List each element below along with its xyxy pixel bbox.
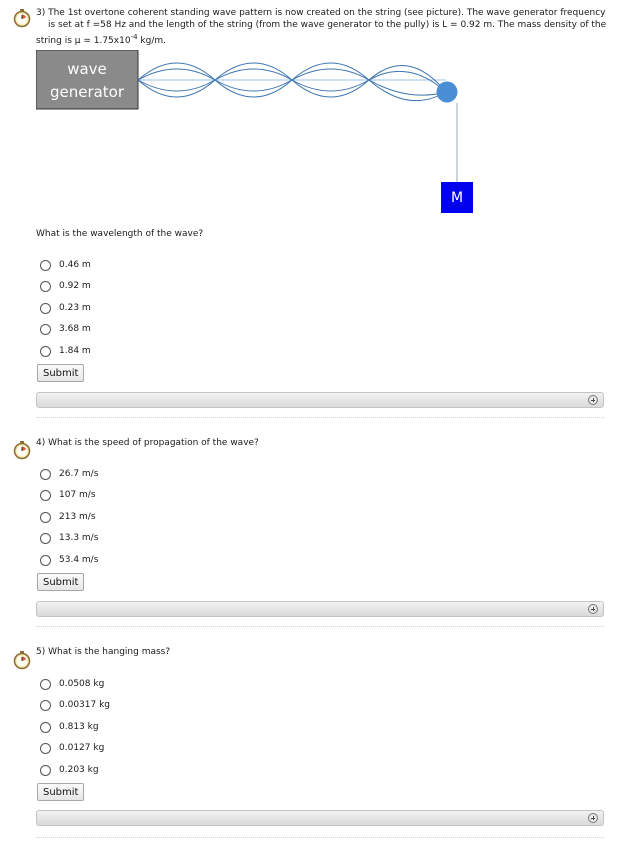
option-label: 0.0508 kg [59, 679, 105, 689]
option-label: 0.813 kg [59, 722, 99, 732]
radio-button[interactable] [40, 489, 51, 501]
question-3-line-2: is set at f =58 Hz and the length of the… [48, 20, 607, 30]
standing-wave-diagram: wave generator M [36, 50, 476, 220]
radio-button[interactable] [40, 280, 51, 292]
option-label: 3.68 m [59, 324, 91, 334]
option-label: 0.23 m [59, 303, 91, 313]
q5-option-2[interactable]: 0.00317 kg [40, 697, 110, 713]
stopwatch-icon [12, 440, 32, 463]
question-3-prompt: What is the wavelength of the wave? [36, 229, 204, 239]
option-label: 53.4 m/s [59, 555, 99, 565]
q3-feedback-bar[interactable] [36, 392, 604, 408]
option-label: 13.3 m/s [59, 533, 99, 543]
option-label: 26.7 m/s [59, 469, 99, 479]
option-label: 213 m/s [59, 512, 96, 522]
hanging-mass: M [441, 182, 473, 213]
question-4-prompt: 4) What is the speed of propagation of t… [36, 438, 259, 448]
option-label: 0.46 m [59, 260, 91, 270]
q3-option-1[interactable]: 0.46 m [40, 257, 91, 273]
question-3-text: 3) The 1st overtone coherent standing wa… [36, 7, 616, 47]
plus-circle-icon[interactable] [588, 395, 598, 405]
q3-option-2[interactable]: 0.92 m [40, 278, 91, 294]
density-exponent: -4 [130, 33, 138, 41]
divider [36, 626, 604, 627]
q3-option-4[interactable]: 3.68 m [40, 321, 91, 337]
q5-feedback-bar[interactable] [36, 810, 604, 826]
q3-submit-button[interactable]: Submit [37, 364, 85, 382]
plus-circle-icon[interactable] [588, 604, 598, 614]
pulley [436, 81, 458, 103]
option-label: 107 m/s [59, 490, 96, 500]
question-5-prompt: 5) What is the hanging mass? [36, 647, 171, 657]
divider [36, 837, 604, 838]
density-text: string is μ = 1.75x10 [36, 36, 131, 46]
q3-option-5[interactable]: 1.84 m [40, 343, 91, 359]
radio-button[interactable] [40, 678, 51, 690]
generator-label-line-1: wave [67, 60, 107, 78]
q4-feedback-bar[interactable] [36, 601, 604, 617]
option-label: 0.0127 kg [59, 743, 105, 753]
radio-button[interactable] [40, 554, 51, 566]
radio-button[interactable] [40, 345, 51, 357]
density-unit: kg/m. [137, 36, 166, 46]
plus-circle-icon[interactable] [588, 813, 598, 823]
option-label: 0.00317 kg [59, 700, 111, 710]
q5-option-5[interactable]: 0.203 kg [40, 762, 99, 778]
q4-option-5[interactable]: 53.4 m/s [40, 552, 98, 568]
radio-button[interactable] [40, 323, 51, 335]
radio-button[interactable] [40, 468, 51, 480]
stopwatch-icon [12, 8, 32, 31]
radio-button[interactable] [40, 721, 51, 733]
q4-option-2[interactable]: 107 m/s [40, 487, 96, 503]
option-label: 0.92 m [59, 281, 91, 291]
q5-option-4[interactable]: 0.0127 kg [40, 740, 104, 756]
q4-option-3[interactable]: 213 m/s [40, 509, 96, 525]
mass-label: M [450, 189, 464, 206]
q5-submit-button[interactable]: Submit [37, 783, 85, 801]
question-3-line-3: string is μ = 1.75x10-4 kg/m. [36, 31, 616, 47]
radio-button[interactable] [40, 302, 51, 314]
radio-button[interactable] [40, 532, 51, 544]
radio-button[interactable] [40, 511, 51, 523]
q4-option-4[interactable]: 13.3 m/s [40, 530, 98, 546]
wave-generator-label: wave generator [36, 58, 138, 104]
option-label: 1.84 m [59, 346, 91, 356]
option-label: 0.203 kg [59, 765, 99, 775]
stopwatch-icon [12, 650, 32, 673]
radio-button[interactable] [40, 742, 51, 754]
radio-button[interactable] [40, 259, 51, 271]
generator-label-line-2: generator [49, 83, 125, 101]
question-3-line-1: 3) The 1st overtone coherent standing wa… [36, 8, 606, 18]
radio-button[interactable] [40, 764, 51, 776]
q5-option-3[interactable]: 0.813 kg [40, 719, 99, 735]
divider [36, 417, 604, 418]
standing-wave-string [137, 62, 447, 102]
q5-option-1[interactable]: 0.0508 kg [40, 676, 104, 692]
q4-submit-button[interactable]: Submit [37, 573, 85, 591]
q4-option-1[interactable]: 26.7 m/s [40, 466, 98, 482]
radio-button[interactable] [40, 699, 51, 711]
q3-option-3[interactable]: 0.23 m [40, 300, 91, 316]
